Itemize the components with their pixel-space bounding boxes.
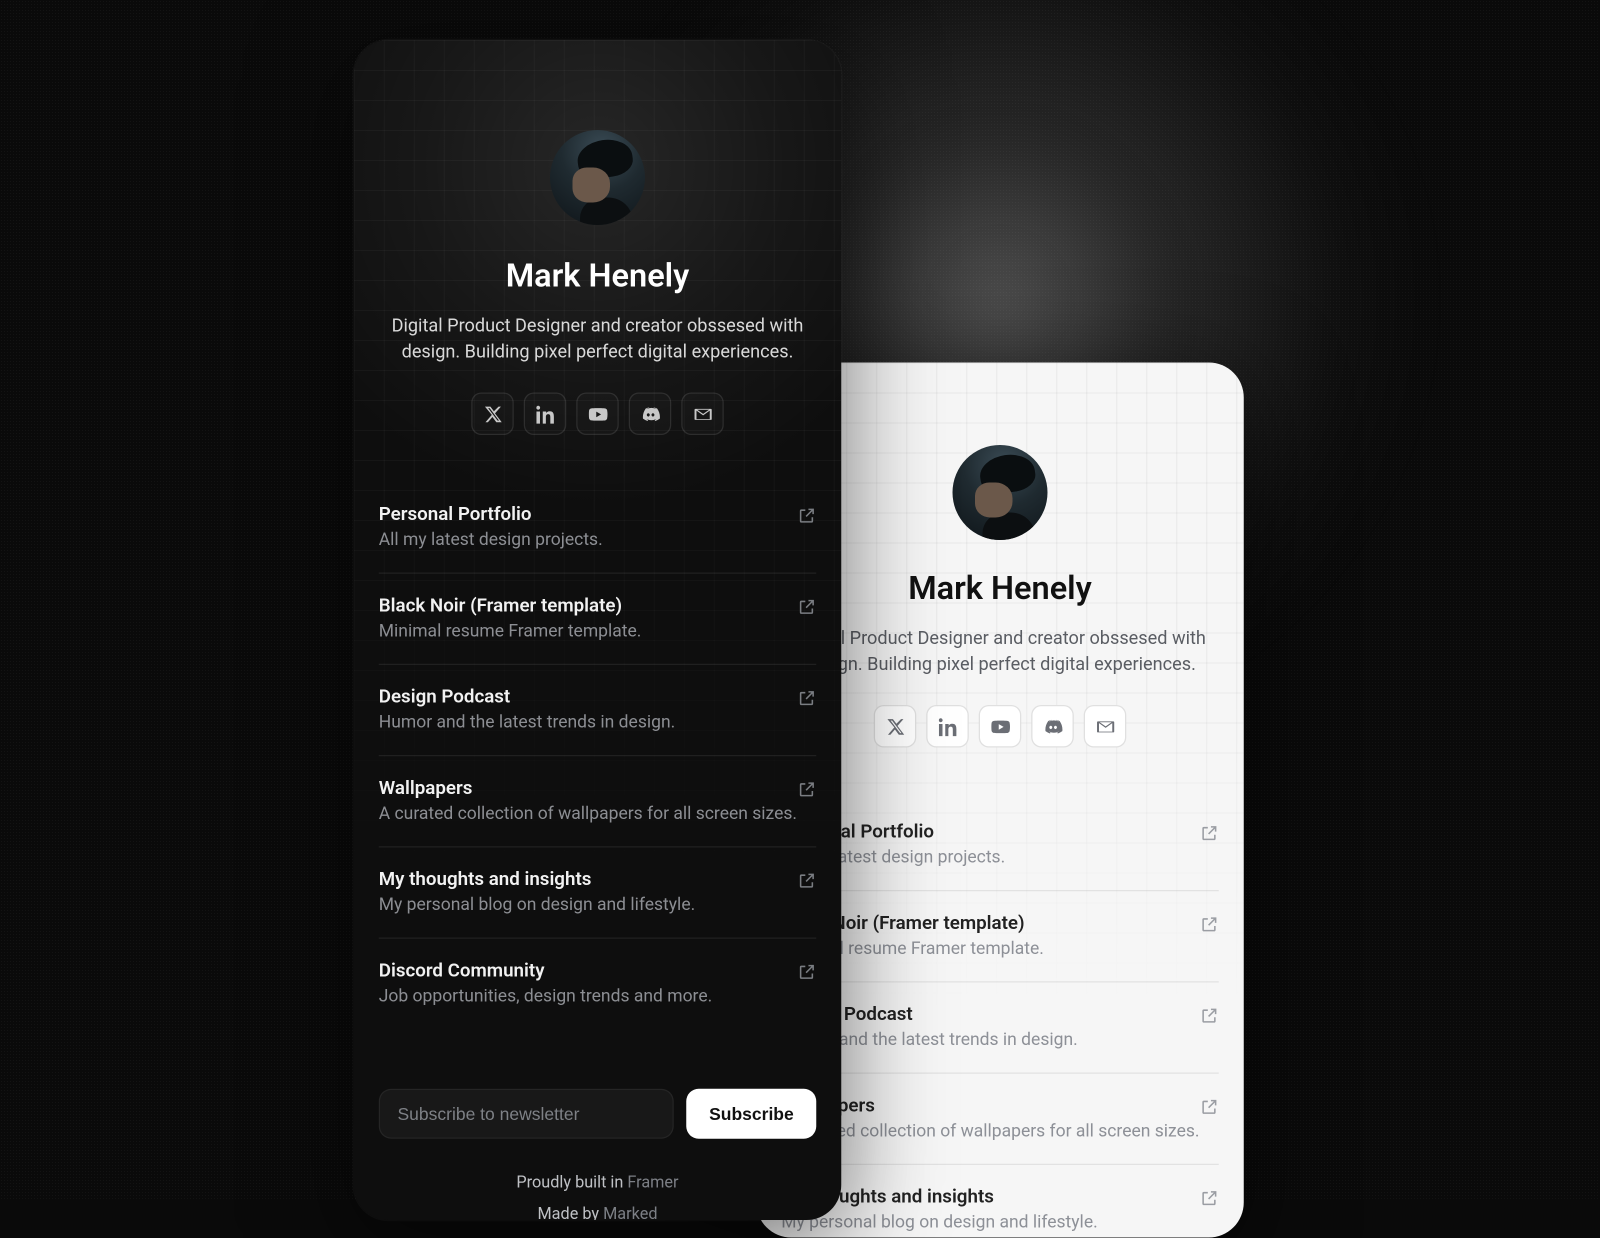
profile-name: Mark Henely	[781, 570, 1219, 608]
link-desc: My personal blog on design and lifestyle…	[379, 895, 695, 915]
link-desc: A curated collection of wallpapers for a…	[379, 804, 797, 824]
social-x[interactable]	[874, 705, 917, 748]
external-link-icon	[1200, 1006, 1219, 1030]
external-link-icon	[798, 689, 817, 713]
social-email[interactable]	[681, 393, 724, 436]
link-desc: Job opportunities, design trends and mor…	[379, 986, 712, 1006]
social-row	[379, 393, 817, 436]
avatar	[953, 445, 1048, 540]
social-row	[781, 705, 1219, 748]
link-item[interactable]: Design Podcast Humor and the latest tren…	[379, 665, 817, 756]
external-link-icon	[1200, 1098, 1219, 1122]
link-item[interactable]: Wallpapers A curated collection of wallp…	[379, 756, 817, 847]
profile-bio: Digital Product Designer and creator obs…	[781, 625, 1219, 678]
external-link-icon	[1200, 915, 1219, 939]
footer-built-prefix: Proudly built in	[516, 1174, 627, 1193]
external-link-icon	[798, 506, 817, 530]
link-item[interactable]: Design Podcast Humor and the latest tren…	[781, 983, 1219, 1074]
social-discord[interactable]	[1031, 705, 1074, 748]
link-item[interactable]: Black Noir (Framer template) Minimal res…	[379, 574, 817, 665]
link-desc: Humor and the latest trends in design.	[379, 713, 675, 733]
external-link-icon	[1200, 824, 1219, 848]
link-title: Personal Portfolio	[379, 503, 603, 526]
profile-bio: Digital Product Designer and creator obs…	[379, 313, 817, 366]
profile-name: Mark Henely	[379, 258, 817, 296]
social-x[interactable]	[471, 393, 514, 436]
social-discord[interactable]	[629, 393, 672, 436]
subscribe-row: Subscribe	[379, 1089, 817, 1139]
link-item[interactable]: Personal Portfolio All my latest design …	[379, 483, 817, 574]
link-desc: Minimal resume Framer template.	[379, 621, 642, 641]
social-youtube[interactable]	[576, 393, 619, 436]
footer-made-prefix: Made by	[538, 1205, 604, 1220]
link-title: Wallpapers	[379, 776, 797, 799]
subscribe-button[interactable]: Subscribe	[687, 1089, 817, 1139]
link-item[interactable]: My thoughts and insights My personal blo…	[379, 848, 817, 939]
link-title: Design Podcast	[379, 685, 675, 708]
avatar	[550, 130, 645, 225]
link-item[interactable]: Black Noir (Framer template) Minimal res…	[781, 891, 1219, 982]
profile-card-dark: Mark Henely Digital Product Designer and…	[354, 40, 842, 1220]
social-linkedin[interactable]	[926, 705, 969, 748]
subscribe-input[interactable]	[379, 1089, 674, 1139]
link-item[interactable]: Wallpapers A curated collection of wallp…	[781, 1074, 1219, 1165]
social-email[interactable]	[1084, 705, 1127, 748]
link-item[interactable]: My thoughts and insights My personal blo…	[781, 1165, 1219, 1237]
link-desc: A curated collection of wallpapers for a…	[781, 1121, 1199, 1141]
links-list: Personal Portfolio All my latest design …	[781, 800, 1219, 1237]
footer-made-link[interactable]: Marked	[603, 1205, 657, 1220]
footer: Proudly built in Framer Made by Marked ©…	[379, 1174, 817, 1220]
link-title: Discord Community	[379, 959, 712, 982]
external-link-icon	[1200, 1189, 1219, 1213]
social-linkedin[interactable]	[524, 393, 567, 436]
external-link-icon	[798, 598, 817, 622]
external-link-icon	[798, 780, 817, 804]
footer-built-link[interactable]: Framer	[627, 1174, 678, 1193]
external-link-icon	[798, 871, 817, 895]
link-item[interactable]: Discord Community Job opportunities, des…	[379, 939, 817, 1029]
link-item[interactable]: Personal Portfolio All my latest design …	[781, 800, 1219, 891]
link-title: Wallpapers	[781, 1094, 1199, 1117]
link-title: My thoughts and insights	[379, 868, 695, 891]
links-list: Personal Portfolio All my latest design …	[379, 483, 817, 1029]
link-title: Black Noir (Framer template)	[379, 594, 642, 617]
link-desc: All my latest design projects.	[379, 530, 603, 550]
social-youtube[interactable]	[979, 705, 1022, 748]
external-link-icon	[798, 963, 817, 987]
